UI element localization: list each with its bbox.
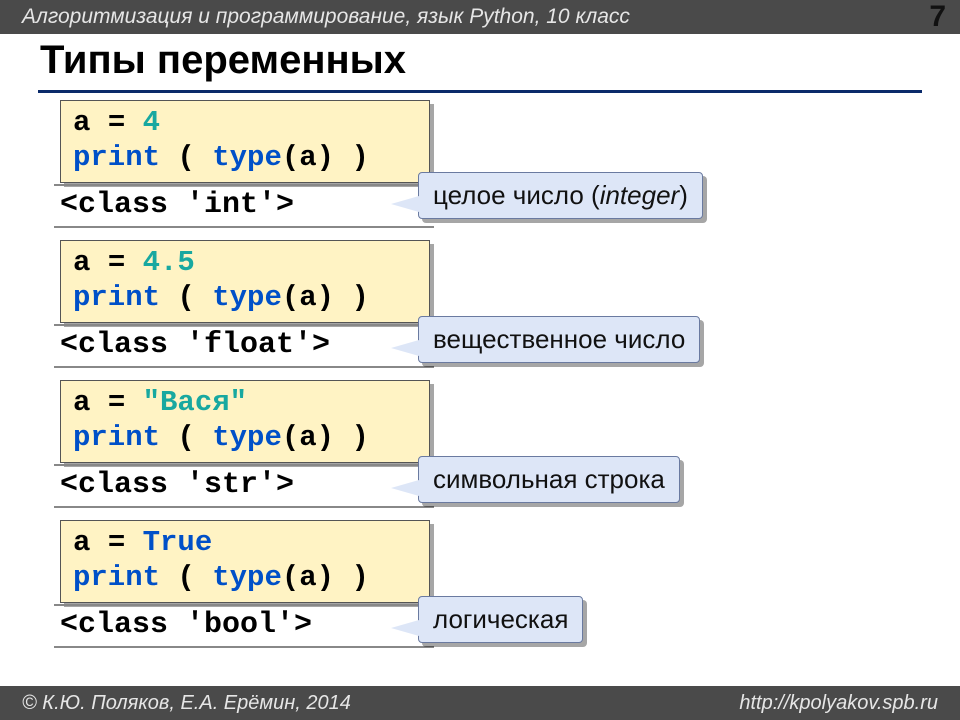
code-token: = [108,526,125,559]
output-float: <class 'float'> [60,328,330,362]
code-token: ( [160,141,212,174]
footer-bar: © К.Ю. Поляков, Е.А. Ерёмин, 2014 http:/… [0,686,960,720]
code-line-assign: a = "Вася" [73,385,417,420]
code-line-assign: a = 4.5 [73,245,417,280]
output-int: <class 'int'> [60,188,294,222]
output-rule [54,366,434,368]
output-str: <class 'str'> [60,468,294,502]
callout-pointer [391,620,419,636]
page-number: 7 [929,0,946,34]
callout-text: символьная строка [433,464,665,494]
code-token: type [212,561,282,594]
output-rule [54,324,434,326]
code-box-float: a = 4.5 print ( type(a) ) [60,240,430,323]
code-box-str: a = "Вася" print ( type(a) ) [60,380,430,463]
title-rule [38,90,922,93]
code-token: ( [160,281,212,314]
code-line-print: print ( type(a) ) [73,420,417,455]
slide: Алгоритмизация и программирование, язык … [0,0,960,720]
code-token: a [73,246,90,279]
code-token: type [212,421,282,454]
output-rule [54,506,434,508]
code-token: = [108,386,125,419]
code-token: a [73,106,90,139]
code-box-int: a = 4 print ( type(a) ) [60,100,430,183]
output-rule [54,604,434,606]
code-token: (a) [282,141,334,174]
code-token: type [212,281,282,314]
callout-text: целое число ( [433,180,600,210]
code-token: print [73,421,160,454]
code-line-assign: a = 4 [73,105,417,140]
callout-text: вещественное число [433,324,685,354]
code-token: type [212,141,282,174]
code-token: print [73,281,160,314]
output-rule [54,226,434,228]
callout-italic: integer [600,180,680,210]
code-line-print: print ( type(a) ) [73,560,417,595]
callout-pointer [391,480,419,496]
output-rule [54,184,434,186]
code-token: ) [334,141,369,174]
callout-pointer [391,196,419,212]
callout-text: логическая [433,604,568,634]
header-bar: Алгоритмизация и программирование, язык … [0,0,960,34]
callout-float: вещественное число [418,316,700,363]
code-token: True [143,526,213,559]
callout-tail: ) [679,180,688,210]
callout-pointer [391,340,419,356]
code-line-print: print ( type(a) ) [73,280,417,315]
callout-int: целое число (integer) [418,172,703,219]
course-title: Алгоритмизация и программирование, язык … [22,5,630,29]
code-token: a [73,386,90,419]
code-token: (a) [282,561,334,594]
code-token: ) [334,421,369,454]
code-token: ) [334,281,369,314]
code-token: 4.5 [143,246,195,279]
code-token: 4 [143,106,160,139]
code-token: "Вася" [143,386,247,419]
code-box-bool: a = True print ( type(a) ) [60,520,430,603]
code-token: (a) [282,421,334,454]
code-token: ) [334,561,369,594]
code-token: = [108,246,125,279]
code-token: a [73,526,90,559]
output-bool: <class 'bool'> [60,608,312,642]
output-rule [54,464,434,466]
code-line-assign: a = True [73,525,417,560]
code-token: (a) [282,281,334,314]
code-line-print: print ( type(a) ) [73,140,417,175]
code-token: print [73,561,160,594]
footer-copyright: © К.Ю. Поляков, Е.А. Ерёмин, 2014 [22,692,351,715]
code-token: = [108,106,125,139]
code-token: ( [160,561,212,594]
code-token: print [73,141,160,174]
slide-title: Типы переменных [40,38,406,83]
footer-url: http://kpolyakov.spb.ru [739,692,938,715]
callout-str: символьная строка [418,456,680,503]
callout-bool: логическая [418,596,583,643]
output-rule [54,646,434,648]
code-token: ( [160,421,212,454]
